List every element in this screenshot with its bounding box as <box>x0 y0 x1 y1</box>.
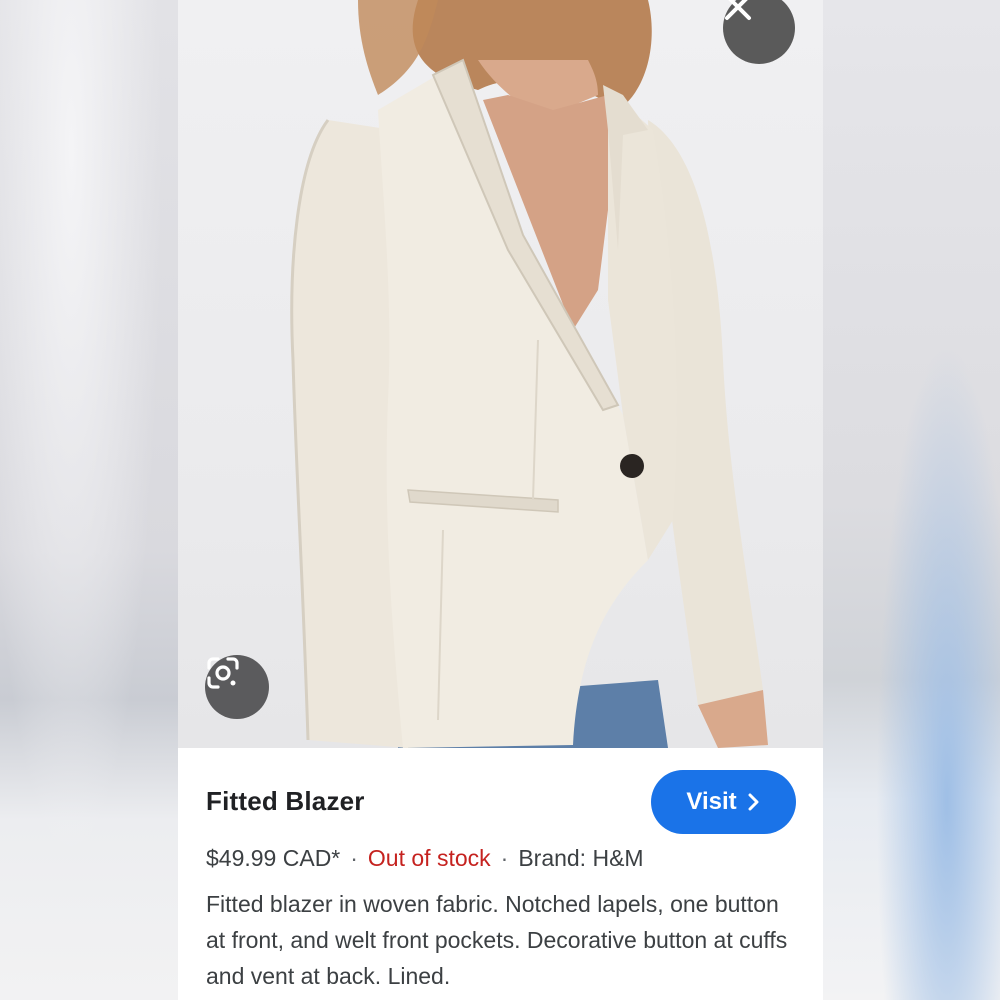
blurred-background-left <box>0 0 178 1000</box>
product-meta: $49.99 CAD* · Out of stock · Brand: H&M <box>206 845 644 872</box>
product-title[interactable]: Fitted Blazer <box>206 786 365 817</box>
blazer-photo-illustration <box>290 0 768 748</box>
product-info-panel: Fitted Blazer Visit $49.99 CAD* · Out of s… <box>178 748 823 1000</box>
visit-button-label: Visit <box>686 788 737 815</box>
separator-dot: · <box>500 845 509 871</box>
close-icon <box>725 0 751 20</box>
product-description: Fitted blazer in woven fabric. Notched l… <box>206 891 788 989</box>
blurred-background-right <box>823 0 1000 1000</box>
product-card: Fitted Blazer Visit $49.99 CAD* · Out of s… <box>178 0 823 1000</box>
chevron-right-icon <box>748 793 759 811</box>
product-price: $49.99 CAD* <box>206 845 341 871</box>
google-lens-button[interactable] <box>205 655 269 719</box>
visit-button[interactable]: Visit <box>651 770 796 834</box>
product-brand: Brand: H&M <box>518 845 644 871</box>
separator-dot: · <box>350 845 358 871</box>
product-image[interactable] <box>178 0 823 748</box>
google-lens-icon <box>207 657 239 689</box>
stock-status: Out of stock <box>367 845 491 871</box>
